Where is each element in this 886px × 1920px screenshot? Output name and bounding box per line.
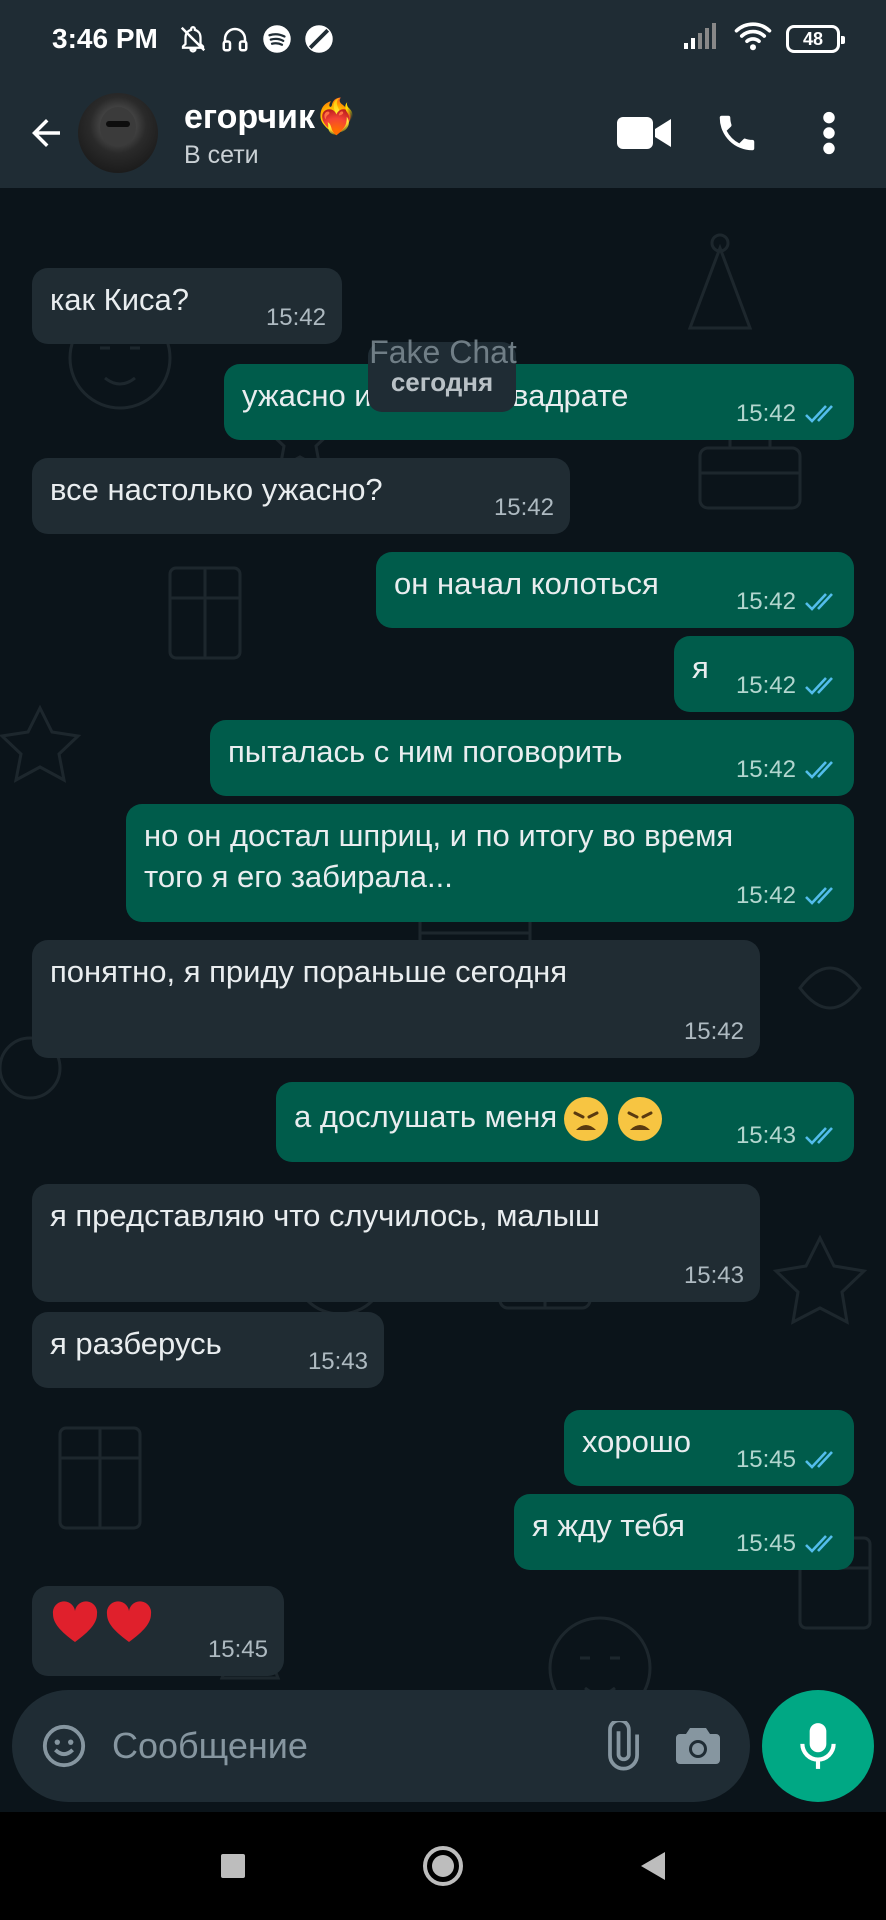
message-text: все настолько ужасно? (50, 472, 383, 507)
read-ticks-icon (805, 593, 833, 612)
message-time: 15:42 (735, 756, 796, 784)
read-ticks-icon (805, 405, 833, 424)
contact-name: егорчик❤️‍🔥 (184, 97, 358, 136)
camera-icon[interactable] (668, 1716, 728, 1776)
headphones-icon (218, 22, 252, 56)
message-incoming[interactable]: все настолько ужасно? 15:42 (32, 458, 570, 534)
message-outgoing[interactable]: я 15:42 (674, 636, 854, 712)
red-heart-emoji-icon (106, 1601, 152, 1642)
read-ticks-icon (805, 887, 833, 906)
message-outgoing[interactable]: я жду тебя 15:45 (514, 1494, 854, 1570)
message-time: 15:42 (735, 588, 796, 616)
message-outgoing[interactable]: ужасно и плохо в квадрате 15:42 (224, 364, 854, 440)
message-time: 15:42 (683, 1018, 744, 1046)
message-incoming[interactable]: 15:45 (32, 1586, 284, 1676)
red-heart-emoji-icon (52, 1601, 98, 1642)
message-incoming[interactable]: я разберусь 15:43 (32, 1312, 384, 1388)
read-ticks-icon (805, 677, 833, 696)
chat-area[interactable]: сегодня Fake Chat как Киса? 15:42 ужасно… (0, 188, 886, 1812)
battery-icon: 48 (786, 25, 845, 53)
message-outgoing[interactable]: хорошо 15:45 (564, 1410, 854, 1486)
message-incoming[interactable]: понятно, я приду пораньше сегодня 15:42 (32, 940, 760, 1058)
recents-icon[interactable] (203, 1836, 263, 1896)
message-time: 15:45 (207, 1636, 268, 1664)
weary-face-emoji-icon (564, 1097, 609, 1141)
message-input[interactable]: Сообщение (112, 1725, 590, 1767)
message-time: 15:42 (265, 304, 326, 332)
signal-icon (684, 22, 720, 56)
back-nav-icon[interactable] (623, 1836, 683, 1896)
phone-icon[interactable] (702, 98, 772, 168)
mic-icon (800, 1723, 836, 1769)
bell-off-icon (176, 22, 210, 56)
attach-icon[interactable] (590, 1716, 650, 1776)
message-time: 15:43 (683, 1262, 744, 1290)
contact-status: В сети (184, 140, 259, 169)
message-time: 15:42 (735, 882, 796, 910)
emoji-icon[interactable] (34, 1716, 94, 1776)
read-ticks-icon (805, 761, 833, 780)
message-time: 15:45 (735, 1446, 796, 1474)
message-time: 15:43 (307, 1348, 368, 1376)
avatar[interactable] (78, 93, 158, 173)
message-text-line: но он достал шприц, и по итогу во время (144, 818, 734, 853)
message-text: я представляю что случилось, малыш (50, 1198, 600, 1233)
system-nav-bar (0, 1812, 886, 1920)
status-time: 3:46 PM (52, 23, 158, 54)
status-bar: 3:46 PM 48 (0, 0, 886, 78)
mic-button[interactable] (762, 1690, 874, 1802)
message-time: 15:43 (735, 1122, 796, 1150)
chat-header: егорчик❤️‍🔥 В сети (0, 78, 886, 188)
read-ticks-icon (805, 1451, 833, 1470)
message-composer: Сообщение (12, 1690, 750, 1802)
watermark: Fake Chat (369, 334, 517, 370)
weary-face-emoji-icon (618, 1097, 663, 1141)
back-arrow-icon[interactable] (16, 103, 76, 163)
message-outgoing[interactable]: но он достал шприц, и по итогу во время … (126, 804, 854, 922)
message-text: понятно, я приду пораньше сегодня (50, 954, 568, 989)
message-time: 15:45 (735, 1530, 796, 1558)
message-outgoing[interactable]: он начал колоться 15:42 (376, 552, 854, 628)
message-incoming[interactable]: я представляю что случилось, малыш 15:43 (32, 1184, 760, 1302)
message-time: 15:42 (735, 400, 796, 428)
video-call-icon[interactable] (610, 98, 680, 168)
message-time: 15:42 (735, 672, 796, 700)
wifi-icon (734, 21, 772, 58)
read-ticks-icon (805, 1535, 833, 1554)
contact-info[interactable]: егорчик❤️‍🔥 В сети (184, 97, 357, 170)
message-time: 15:42 (493, 494, 554, 522)
spotify-icon (260, 22, 294, 56)
message-outgoing[interactable]: пыталась с ним поговорить 15:42 (210, 720, 854, 796)
blocked-icon (302, 22, 336, 56)
read-ticks-icon (805, 1127, 833, 1146)
message-outgoing[interactable]: а дослушать меня 15:43 (276, 1082, 854, 1162)
home-icon[interactable] (413, 1836, 473, 1896)
message-incoming[interactable]: как Киса? 15:42 (32, 268, 342, 344)
message-text: а дослушать меня (294, 1099, 558, 1135)
more-vert-icon[interactable] (794, 98, 864, 168)
